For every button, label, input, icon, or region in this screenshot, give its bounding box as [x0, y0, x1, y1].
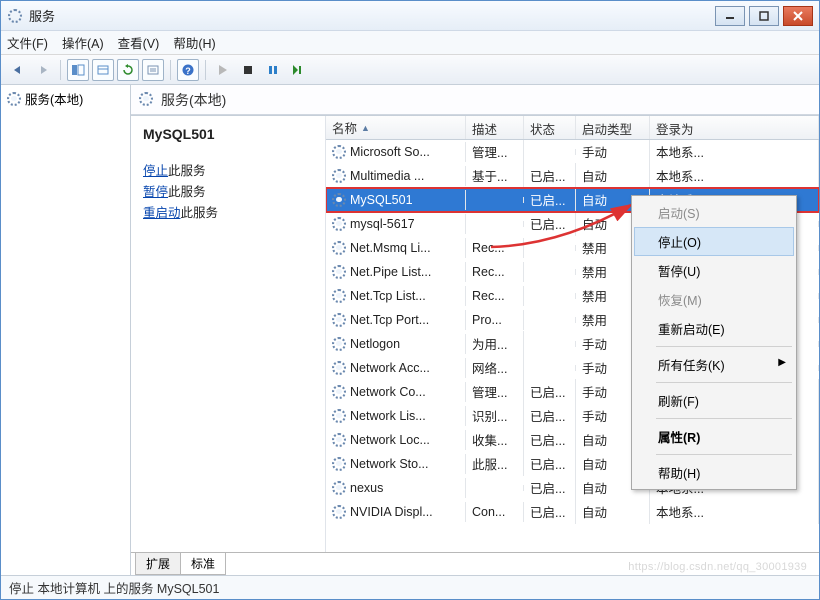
col-status[interactable]: 状态	[524, 116, 576, 139]
properties-button[interactable]	[142, 59, 164, 81]
selected-service-name: MySQL501	[143, 126, 313, 142]
status-bar: 停止 本地计算机 上的服务 MySQL501	[1, 575, 819, 599]
gear-icon	[332, 457, 346, 471]
context-menu: 启动(S) 停止(O) 暂停(U) 恢复(M) 重新启动(E) 所有任务(K)▶…	[631, 195, 797, 490]
menu-help[interactable]: 帮助(H)	[173, 33, 215, 52]
gear-icon	[332, 313, 346, 327]
col-name[interactable]: 名称▲	[326, 116, 466, 139]
ctx-stop[interactable]: 停止(O)	[634, 227, 794, 256]
app-icon	[7, 8, 23, 24]
detail-pane: MySQL501 停止此服务 暂停此服务 重启动此服务	[131, 116, 326, 553]
menu-view[interactable]: 查看(V)	[118, 33, 160, 52]
ctx-start: 启动(S)	[634, 198, 794, 227]
col-startup[interactable]: 启动类型	[576, 116, 650, 139]
gear-icon	[332, 505, 346, 519]
tree-pane: 服务(本地)	[1, 85, 131, 575]
export-list-button[interactable]	[92, 59, 114, 81]
col-desc[interactable]: 描述	[466, 116, 524, 139]
window-title: 服务	[29, 6, 55, 25]
close-button[interactable]	[783, 6, 813, 26]
pause-link[interactable]: 暂停	[143, 185, 168, 199]
toolbar: ?	[1, 55, 819, 85]
maximize-button[interactable]	[749, 6, 779, 26]
gear-icon	[332, 289, 346, 303]
back-button[interactable]	[7, 59, 29, 81]
help-button[interactable]: ?	[177, 59, 199, 81]
restart-link[interactable]: 重启动	[143, 206, 181, 220]
gear-icon	[332, 385, 346, 399]
menu-action[interactable]: 操作(A)	[62, 33, 104, 52]
gear-icon	[332, 433, 346, 447]
menu-file[interactable]: 文件(F)	[7, 33, 48, 52]
gear-icon	[332, 481, 346, 495]
stop-service-button[interactable]	[237, 59, 259, 81]
gear-icon	[332, 193, 346, 207]
pause-service-button[interactable]	[262, 59, 284, 81]
stop-link[interactable]: 停止	[143, 164, 168, 178]
gear-icon	[332, 409, 346, 423]
table-row[interactable]: Multimedia ...基于...已启...自动本地系...	[326, 164, 819, 188]
ctx-pause[interactable]: 暂停(U)	[634, 256, 794, 285]
gear-icon	[332, 145, 346, 159]
table-row[interactable]: Microsoft So...管理...手动本地系...	[326, 140, 819, 164]
svg-text:?: ?	[185, 66, 191, 76]
col-logon[interactable]: 登录为	[650, 116, 819, 139]
refresh-button[interactable]	[117, 59, 139, 81]
submenu-arrow-icon: ▶	[778, 357, 786, 368]
tab-extended[interactable]: 扩展	[135, 553, 181, 575]
ctx-refresh[interactable]: 刷新(F)	[634, 386, 794, 415]
forward-button[interactable]	[32, 59, 54, 81]
gear-icon	[332, 241, 346, 255]
tree-node-label: 服务(本地)	[25, 89, 83, 108]
gear-icon	[332, 265, 346, 279]
ctx-resume: 恢复(M)	[634, 285, 794, 314]
tree-node-local-services[interactable]: 服务(本地)	[7, 89, 124, 108]
gear-icon	[332, 217, 346, 231]
view-tabs: 扩展 标准	[131, 553, 225, 575]
ctx-help[interactable]: 帮助(H)	[634, 458, 794, 487]
column-headers: 名称▲ 描述 状态 启动类型 登录为	[326, 116, 819, 140]
ctx-all-tasks[interactable]: 所有任务(K)▶	[634, 350, 794, 379]
tab-standard[interactable]: 标准	[180, 553, 226, 575]
table-row[interactable]: NVIDIA Displ...Con...已启...自动本地系...	[326, 500, 819, 524]
gear-icon	[332, 361, 346, 375]
details-pane-button[interactable]	[67, 59, 89, 81]
gear-icon	[332, 337, 346, 351]
pane-header: 服务(本地)	[131, 85, 819, 115]
minimize-button[interactable]	[715, 6, 745, 26]
ctx-properties[interactable]: 属性(R)	[634, 422, 794, 451]
sort-asc-icon: ▲	[361, 123, 370, 133]
start-service-button[interactable]	[212, 59, 234, 81]
menu-bar: 文件(F) 操作(A) 查看(V) 帮助(H)	[1, 31, 819, 55]
title-bar: 服务	[1, 1, 819, 31]
gear-icon	[332, 169, 346, 183]
restart-service-button[interactable]	[287, 59, 309, 81]
ctx-restart[interactable]: 重新启动(E)	[634, 314, 794, 343]
